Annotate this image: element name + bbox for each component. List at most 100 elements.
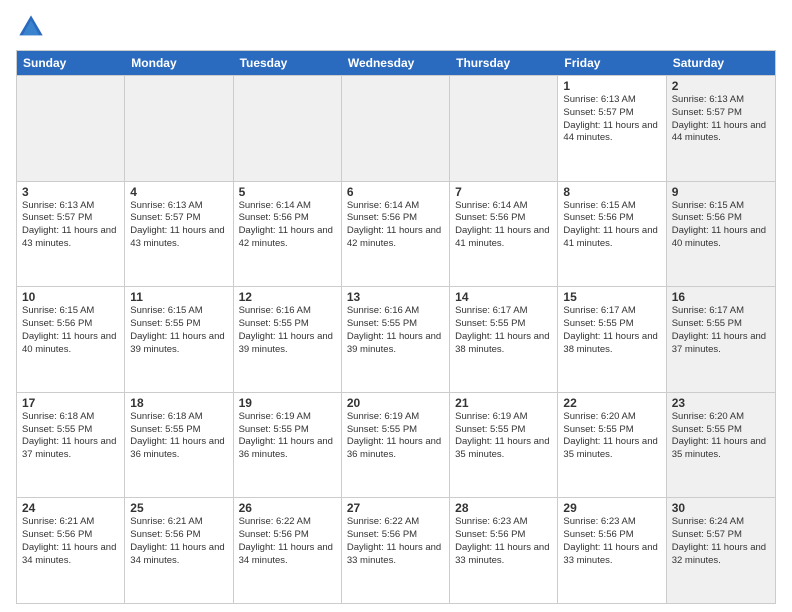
- logo: [16, 12, 50, 42]
- calendar-cell-1: 1Sunrise: 6:13 AMSunset: 5:57 PMDaylight…: [558, 76, 666, 181]
- calendar-cell-14: 14Sunrise: 6:17 AMSunset: 5:55 PMDayligh…: [450, 287, 558, 392]
- day-info: Sunset: 5:55 PM: [22, 424, 119, 437]
- day-number: 11: [130, 290, 227, 304]
- day-info: Sunset: 5:55 PM: [672, 318, 770, 331]
- day-info: Sunrise: 6:22 AM: [239, 516, 336, 529]
- day-number: 28: [455, 501, 552, 515]
- day-info: Sunrise: 6:15 AM: [22, 305, 119, 318]
- day-info: Sunrise: 6:22 AM: [347, 516, 444, 529]
- day-info: Daylight: 11 hours and 42 minutes.: [239, 225, 336, 251]
- day-number: 30: [672, 501, 770, 515]
- day-info: Sunset: 5:55 PM: [239, 424, 336, 437]
- day-info: Sunset: 5:55 PM: [130, 424, 227, 437]
- day-info: Sunset: 5:55 PM: [455, 318, 552, 331]
- day-number: 4: [130, 185, 227, 199]
- header-day-sunday: Sunday: [17, 51, 125, 75]
- calendar-cell-2: 2Sunrise: 6:13 AMSunset: 5:57 PMDaylight…: [667, 76, 775, 181]
- day-info: Sunrise: 6:14 AM: [455, 200, 552, 213]
- day-info: Sunset: 5:57 PM: [672, 529, 770, 542]
- day-info: Daylight: 11 hours and 36 minutes.: [347, 436, 444, 462]
- day-info: Daylight: 11 hours and 34 minutes.: [130, 542, 227, 568]
- calendar-cell-11: 11Sunrise: 6:15 AMSunset: 5:55 PMDayligh…: [125, 287, 233, 392]
- day-info: Sunrise: 6:18 AM: [130, 411, 227, 424]
- calendar-cell-25: 25Sunrise: 6:21 AMSunset: 5:56 PMDayligh…: [125, 498, 233, 603]
- header: [16, 12, 776, 42]
- day-info: Sunset: 5:55 PM: [347, 318, 444, 331]
- day-info: Daylight: 11 hours and 43 minutes.: [22, 225, 119, 251]
- day-info: Sunset: 5:55 PM: [347, 424, 444, 437]
- header-day-friday: Friday: [558, 51, 666, 75]
- day-info: Daylight: 11 hours and 34 minutes.: [22, 542, 119, 568]
- day-info: Sunrise: 6:19 AM: [347, 411, 444, 424]
- day-info: Sunrise: 6:23 AM: [455, 516, 552, 529]
- calendar-cell-18: 18Sunrise: 6:18 AMSunset: 5:55 PMDayligh…: [125, 393, 233, 498]
- day-number: 17: [22, 396, 119, 410]
- day-info: Sunrise: 6:21 AM: [22, 516, 119, 529]
- day-info: Daylight: 11 hours and 39 minutes.: [130, 331, 227, 357]
- day-info: Sunrise: 6:17 AM: [455, 305, 552, 318]
- day-info: Sunrise: 6:20 AM: [563, 411, 660, 424]
- day-info: Sunrise: 6:14 AM: [347, 200, 444, 213]
- day-number: 3: [22, 185, 119, 199]
- day-number: 23: [672, 396, 770, 410]
- day-info: Sunrise: 6:13 AM: [672, 94, 770, 107]
- day-info: Sunset: 5:55 PM: [563, 424, 660, 437]
- calendar-cell-8: 8Sunrise: 6:15 AMSunset: 5:56 PMDaylight…: [558, 182, 666, 287]
- calendar-cell-22: 22Sunrise: 6:20 AMSunset: 5:55 PMDayligh…: [558, 393, 666, 498]
- day-number: 2: [672, 79, 770, 93]
- day-info: Sunrise: 6:20 AM: [672, 411, 770, 424]
- day-info: Sunset: 5:56 PM: [672, 212, 770, 225]
- day-info: Daylight: 11 hours and 37 minutes.: [22, 436, 119, 462]
- day-info: Sunset: 5:56 PM: [22, 529, 119, 542]
- day-info: Sunset: 5:56 PM: [22, 318, 119, 331]
- day-info: Sunset: 5:56 PM: [239, 212, 336, 225]
- calendar-cell-10: 10Sunrise: 6:15 AMSunset: 5:56 PMDayligh…: [17, 287, 125, 392]
- calendar-cell-empty: [342, 76, 450, 181]
- day-info: Daylight: 11 hours and 44 minutes.: [563, 120, 660, 146]
- day-info: Daylight: 11 hours and 36 minutes.: [239, 436, 336, 462]
- day-number: 13: [347, 290, 444, 304]
- day-info: Sunset: 5:55 PM: [672, 424, 770, 437]
- day-number: 26: [239, 501, 336, 515]
- calendar-page: SundayMondayTuesdayWednesdayThursdayFrid…: [0, 0, 792, 612]
- calendar-cell-empty: [450, 76, 558, 181]
- day-info: Sunset: 5:56 PM: [563, 212, 660, 225]
- day-info: Daylight: 11 hours and 37 minutes.: [672, 331, 770, 357]
- day-number: 8: [563, 185, 660, 199]
- header-day-monday: Monday: [125, 51, 233, 75]
- day-info: Sunrise: 6:16 AM: [347, 305, 444, 318]
- day-info: Daylight: 11 hours and 39 minutes.: [239, 331, 336, 357]
- day-info: Daylight: 11 hours and 40 minutes.: [22, 331, 119, 357]
- calendar-cell-26: 26Sunrise: 6:22 AMSunset: 5:56 PMDayligh…: [234, 498, 342, 603]
- calendar-cell-17: 17Sunrise: 6:18 AMSunset: 5:55 PMDayligh…: [17, 393, 125, 498]
- header-day-saturday: Saturday: [667, 51, 775, 75]
- calendar-cell-12: 12Sunrise: 6:16 AMSunset: 5:55 PMDayligh…: [234, 287, 342, 392]
- calendar-cell-28: 28Sunrise: 6:23 AMSunset: 5:56 PMDayligh…: [450, 498, 558, 603]
- day-number: 25: [130, 501, 227, 515]
- calendar-cell-4: 4Sunrise: 6:13 AMSunset: 5:57 PMDaylight…: [125, 182, 233, 287]
- day-info: Sunrise: 6:14 AM: [239, 200, 336, 213]
- day-info: Daylight: 11 hours and 39 minutes.: [347, 331, 444, 357]
- day-info: Sunrise: 6:19 AM: [455, 411, 552, 424]
- calendar-cell-7: 7Sunrise: 6:14 AMSunset: 5:56 PMDaylight…: [450, 182, 558, 287]
- day-info: Sunset: 5:56 PM: [347, 212, 444, 225]
- day-info: Sunset: 5:57 PM: [22, 212, 119, 225]
- day-info: Daylight: 11 hours and 38 minutes.: [563, 331, 660, 357]
- day-info: Sunrise: 6:21 AM: [130, 516, 227, 529]
- day-number: 16: [672, 290, 770, 304]
- day-info: Daylight: 11 hours and 33 minutes.: [455, 542, 552, 568]
- calendar-cell-24: 24Sunrise: 6:21 AMSunset: 5:56 PMDayligh…: [17, 498, 125, 603]
- day-info: Sunrise: 6:17 AM: [672, 305, 770, 318]
- day-info: Daylight: 11 hours and 35 minutes.: [563, 436, 660, 462]
- day-info: Daylight: 11 hours and 35 minutes.: [455, 436, 552, 462]
- day-number: 5: [239, 185, 336, 199]
- calendar-cell-empty: [234, 76, 342, 181]
- calendar-cell-20: 20Sunrise: 6:19 AMSunset: 5:55 PMDayligh…: [342, 393, 450, 498]
- day-number: 27: [347, 501, 444, 515]
- calendar-cell-27: 27Sunrise: 6:22 AMSunset: 5:56 PMDayligh…: [342, 498, 450, 603]
- day-info: Sunset: 5:56 PM: [347, 529, 444, 542]
- day-number: 19: [239, 396, 336, 410]
- day-number: 9: [672, 185, 770, 199]
- day-number: 6: [347, 185, 444, 199]
- calendar-cell-29: 29Sunrise: 6:23 AMSunset: 5:56 PMDayligh…: [558, 498, 666, 603]
